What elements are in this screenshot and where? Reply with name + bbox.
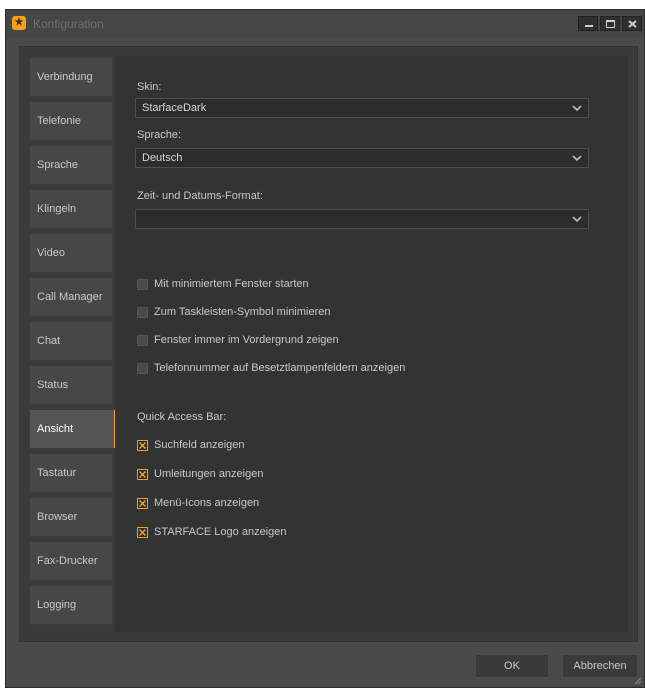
time-format-label: Zeit- und Datums-Format: [137,190,263,202]
sidebar-item-sprache[interactable]: Sprache [29,145,113,185]
close-icon [628,20,637,28]
sidebar-item-telefonie[interactable]: Telefonie [29,101,113,141]
sidebar-item-label: Status [37,379,69,391]
app-logo-icon: ★ [12,16,26,30]
view-settings-content: Skin: StarfaceDark Sprache: Deutsch Zeit… [115,56,628,632]
checkbox[interactable] [137,334,148,346]
language-value: Deutsch [142,152,183,164]
checkbox-checked[interactable] [137,526,148,538]
sidebar-item-label: Browser [37,511,78,523]
sidebar-item-label: Ansicht [37,423,74,435]
sidebar-item-video[interactable]: Video [29,233,113,273]
sidebar-item-label: Verbindung [37,71,93,83]
minimize-button[interactable] [578,16,598,31]
checkbox-label: Suchfeld anzeigen [154,439,245,451]
sidebar-item-logging[interactable]: Logging [29,585,113,625]
cancel-button[interactable]: Abbrechen [562,654,638,678]
skin-value: StarfaceDark [142,102,207,114]
maximize-button[interactable] [600,16,620,31]
checkbox-label: Zum Taskleisten-Symbol minimieren [154,306,331,318]
qa-show-menu-icons[interactable]: Menü-Icons anzeigen [137,496,259,510]
sidebar-item-tastatur[interactable]: Tastatur [29,453,113,493]
sidebar-item-label: Chat [37,335,61,347]
sidebar-item-label: Telefonie [37,115,82,127]
option-always-on-top[interactable]: Fenster immer im Vordergrund zeigen [137,333,339,347]
sidebar-item-call-manager[interactable]: Call Manager [29,277,113,317]
sidebar-item-verbindung[interactable]: Verbindung [29,57,113,97]
sidebar-item-label: Fax-Drucker [37,555,98,567]
sidebar-item-ansicht[interactable]: Ansicht [29,409,117,449]
checkbox-checked[interactable] [137,439,148,451]
sidebar-item-label: Logging [37,599,77,611]
check-x-icon [139,441,146,449]
checkbox-label: Menü-Icons anzeigen [154,497,260,509]
sidebar-item-label: Tastatur [37,467,77,479]
checkbox[interactable] [137,362,148,374]
time-format-select[interactable] [135,209,589,229]
checkbox-label: STARFACE Logo anzeigen [154,526,287,538]
checkbox-label: Umleitungen anzeigen [154,468,264,480]
chevron-down-icon [572,216,582,223]
sidebar-item-fax-drucker[interactable]: Fax-Drucker [29,541,113,581]
language-select[interactable]: Deutsch [135,148,589,168]
sidebar-item-label: Call Manager [37,291,103,303]
close-button[interactable] [622,16,642,31]
configuration-window: ★ Konfiguration Verbindung Telefonie Spr… [5,9,645,688]
window-title: Konfiguration [33,17,104,31]
checkbox[interactable] [137,306,148,318]
skin-label: Skin: [137,81,162,93]
option-start-minimized[interactable]: Mit minimiertem Fenster starten [137,277,309,291]
resize-grip-icon[interactable] [633,676,642,685]
ok-button[interactable]: OK [475,654,549,678]
checkbox-checked[interactable] [137,497,148,509]
sidebar-item-klingeln[interactable]: Klingeln [29,189,113,229]
sidebar-item-label: Klingeln [37,203,77,215]
sidebar-item-label: Video [37,247,65,259]
checkbox-label: Mit minimiertem Fenster starten [154,278,309,290]
qa-show-search[interactable]: Suchfeld anzeigen [137,438,245,452]
check-x-icon [139,499,146,507]
check-x-icon [139,470,146,478]
sidebar-item-label: Sprache [37,159,78,171]
language-label: Sprache: [137,129,182,141]
sidebar-item-browser[interactable]: Browser [29,497,113,537]
sidebar-nav: Verbindung Telefonie Sprache Klingeln Vi… [29,57,123,629]
option-minimize-to-tray[interactable]: Zum Taskleisten-Symbol minimieren [137,305,330,319]
settings-panel: Verbindung Telefonie Sprache Klingeln Vi… [19,46,638,642]
title-bar[interactable]: ★ Konfiguration [6,10,644,37]
checkbox-checked[interactable] [137,468,148,480]
checkbox-label: Telefonnummer auf Besetztlampenfeldern a… [154,362,406,374]
chevron-down-icon [572,155,582,162]
chevron-down-icon [572,105,582,112]
checkbox[interactable] [137,278,148,290]
skin-select[interactable]: StarfaceDark [135,98,589,118]
checkbox-label: Fenster immer im Vordergrund zeigen [154,334,339,346]
qa-show-redirects[interactable]: Umleitungen anzeigen [137,467,263,481]
quick-access-heading: Quick Access Bar: [137,411,227,423]
sidebar-item-status[interactable]: Status [29,365,113,405]
check-x-icon [139,528,146,536]
option-show-number-blf[interactable]: Telefonnummer auf Besetztlampenfeldern a… [137,361,405,375]
qa-show-starface-logo[interactable]: STARFACE Logo anzeigen [137,525,286,539]
sidebar-item-chat[interactable]: Chat [29,321,113,361]
